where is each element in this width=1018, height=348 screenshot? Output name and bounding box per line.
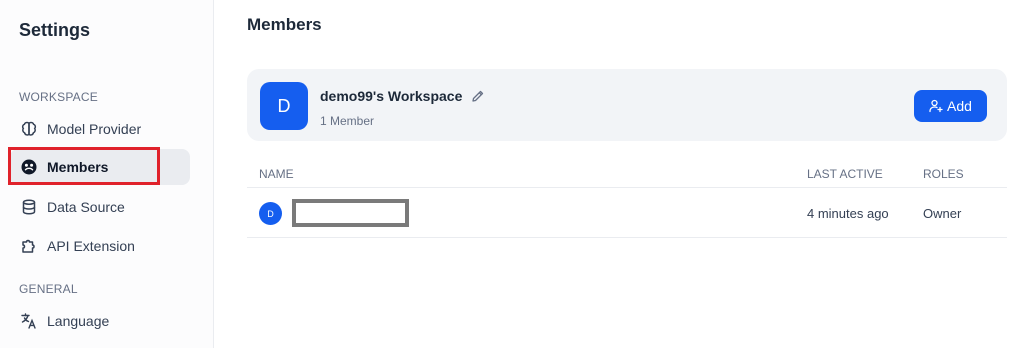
members-table-header: NAME LAST ACTIVE ROLES [247, 158, 1007, 188]
sidebar-item-label: Model Provider [47, 121, 142, 137]
sidebar-item-members[interactable]: Members [10, 149, 190, 185]
sidebar-item-label: Members [47, 159, 109, 175]
settings-title: Settings [19, 20, 91, 40]
workspace-card: D demo99's Workspace 1 Member Add [247, 69, 1007, 141]
database-icon [20, 198, 38, 216]
sidebar-item-language[interactable]: Language [10, 303, 190, 339]
column-header-name: NAME [259, 167, 294, 181]
translate-icon [20, 312, 38, 330]
sidebar-item-api-extension[interactable]: API Extension [10, 228, 190, 264]
sidebar-item-label: API Extension [47, 238, 135, 254]
workspace-name: demo99's Workspace [320, 88, 463, 104]
member-count: 1 Member [320, 114, 375, 128]
workspace-name-row: demo99's Workspace [320, 88, 485, 104]
table-row: D 4 minutes ago Owner [247, 188, 1007, 238]
group-label-workspace: WORKSPACE [19, 90, 98, 104]
puzzle-icon [20, 237, 38, 255]
column-header-last-active: LAST ACTIVE [807, 167, 883, 181]
last-active-value: 4 minutes ago [807, 206, 889, 221]
sidebar-item-model-provider[interactable]: Model Provider [10, 111, 190, 147]
add-button-label: Add [947, 98, 972, 114]
user-plus-icon [929, 99, 943, 113]
brain-icon [20, 120, 38, 138]
workspace-avatar: D [260, 82, 308, 130]
column-header-roles: ROLES [923, 167, 964, 181]
page-title: Members [247, 15, 322, 34]
pencil-icon[interactable] [471, 89, 485, 103]
sidebar-item-data-source[interactable]: Data Source [10, 189, 190, 225]
sidebar-item-label: Language [47, 313, 110, 329]
group-label-general: GENERAL [19, 282, 78, 296]
add-member-button[interactable]: Add [914, 90, 987, 122]
redacted-member-name [292, 199, 409, 227]
sidebar-item-label: Data Source [47, 199, 125, 215]
avatar: D [259, 202, 282, 225]
role-value[interactable]: Owner [923, 206, 961, 221]
members-icon [20, 158, 38, 176]
members-panel: Members D demo99's Workspace 1 Member Ad… [215, 0, 1018, 348]
settings-sidebar: Settings WORKSPACE Model Provider Member… [0, 0, 214, 348]
